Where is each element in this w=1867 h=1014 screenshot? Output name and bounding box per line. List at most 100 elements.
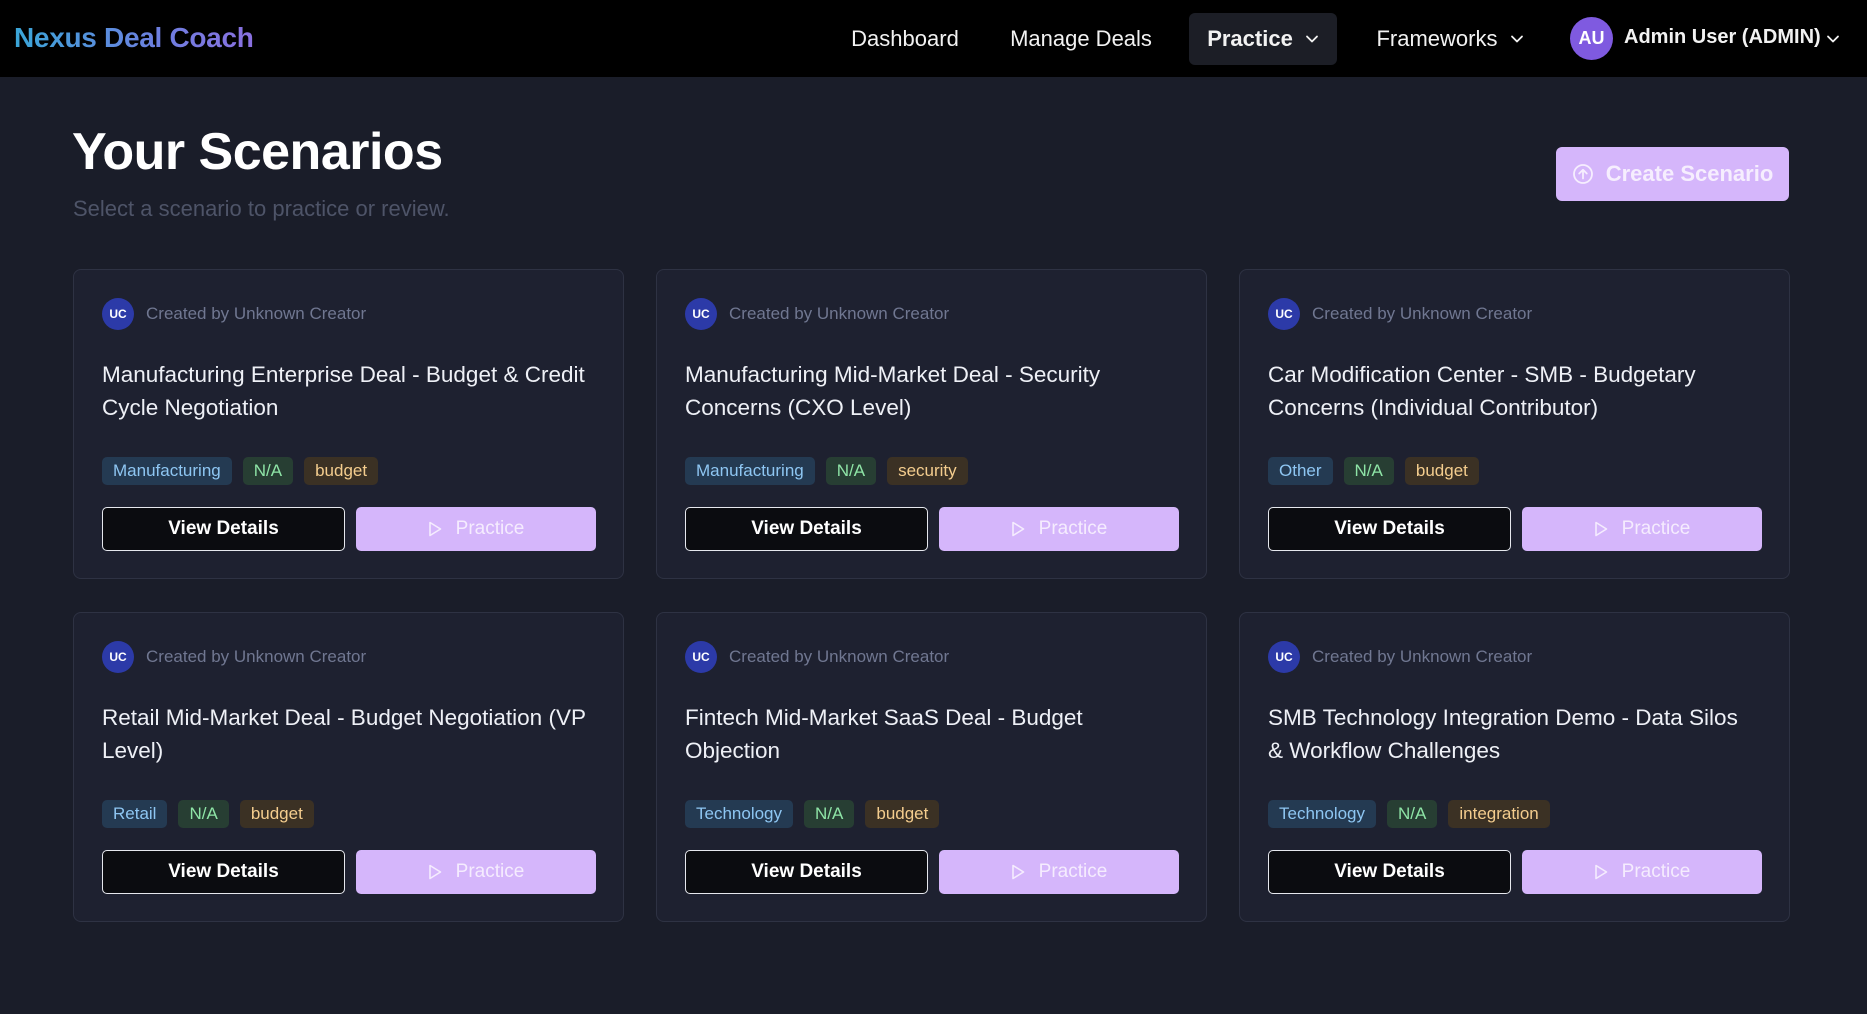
nav-practice-dropdown[interactable]: Practice	[1189, 13, 1337, 65]
creator-row: UC Created by Unknown Creator	[685, 641, 949, 673]
scenario-tags: Other N/A budget	[1268, 457, 1490, 485]
play-icon	[428, 521, 441, 537]
scenario-card: UC Created by Unknown Creator Manufactur…	[656, 269, 1207, 579]
creator-avatar: UC	[102, 298, 134, 330]
practice-button[interactable]: Practice	[939, 850, 1179, 894]
nav-manage-deals-label: Manage Deals	[1010, 26, 1152, 51]
user-avatar[interactable]: AU	[1570, 17, 1613, 60]
creator-row: UC Created by Unknown Creator	[1268, 641, 1532, 673]
nav-practice-label: Practice	[1207, 26, 1293, 51]
topic-tag: budget	[239, 800, 314, 828]
view-details-label: View Details	[168, 518, 279, 539]
industry-tag: Technology	[1268, 800, 1377, 828]
practice-label: Practice	[1038, 861, 1108, 882]
practice-button[interactable]: Practice	[1522, 850, 1762, 894]
view-details-label: View Details	[168, 861, 279, 882]
page-subtitle: Select a scenario to practice or review.	[73, 196, 450, 221]
scenario-card: UC Created by Unknown Creator Retail Mid…	[73, 612, 624, 922]
create-scenario-button[interactable]: Create Scenario	[1556, 147, 1789, 201]
topic-tag: budget	[865, 800, 940, 828]
play-icon	[428, 864, 441, 880]
status-tag: N/A	[242, 457, 294, 485]
view-details-button[interactable]: View Details	[102, 507, 345, 551]
nav-dashboard[interactable]: Dashboard	[838, 13, 972, 65]
view-details-button[interactable]: View Details	[685, 507, 928, 551]
topic-tag: integration	[1448, 800, 1550, 828]
topic-tag: budget	[1404, 457, 1479, 485]
practice-label: Practice	[1038, 518, 1108, 539]
play-icon	[1011, 864, 1024, 880]
creator-avatar: UC	[685, 298, 717, 330]
scenario-tags: Manufacturing N/A budget	[102, 457, 389, 485]
view-details-label: View Details	[751, 518, 862, 539]
nav-frameworks-label: Frameworks	[1376, 26, 1498, 51]
creator-avatar: UC	[102, 641, 134, 673]
creator-row: UC Created by Unknown Creator	[102, 298, 366, 330]
topic-tag: security	[887, 457, 968, 485]
scenario-tags: Manufacturing N/A security	[685, 457, 979, 485]
creator-row: UC Created by Unknown Creator	[685, 298, 949, 330]
status-tag: N/A	[1387, 800, 1438, 828]
scenario-title: Fintech Mid-Market SaaS Deal - Budget Ob…	[685, 705, 1083, 763]
scenario-title: Car Modification Center - SMB - Budgetar…	[1268, 362, 1696, 420]
arrow-up-circle-icon	[1572, 164, 1593, 184]
creator-row: UC Created by Unknown Creator	[1268, 298, 1532, 330]
scenario-card: UC Created by Unknown Creator Car Modifi…	[1239, 269, 1790, 579]
scenario-tags: Technology N/A integration	[1268, 800, 1561, 828]
play-icon	[1594, 864, 1607, 880]
page-title: Your Scenarios	[72, 123, 443, 181]
scenario-tags: Retail N/A budget	[102, 800, 325, 828]
creator-avatar: UC	[1268, 641, 1300, 673]
practice-label: Practice	[455, 861, 525, 882]
view-details-label: View Details	[751, 861, 862, 882]
practice-button[interactable]: Practice	[356, 507, 596, 551]
nav-dashboard-label: Dashboard	[851, 26, 959, 51]
scenario-card: UC Created by Unknown Creator Manufactur…	[73, 269, 624, 579]
scenario-title: SMB Technology Integration Demo - Data S…	[1268, 705, 1738, 763]
view-details-button[interactable]: View Details	[1268, 507, 1511, 551]
view-details-button[interactable]: View Details	[1268, 850, 1511, 894]
chevron-down-icon[interactable]	[1826, 32, 1840, 46]
create-scenario-label: Create Scenario	[1605, 161, 1774, 186]
topic-tag: budget	[304, 457, 379, 485]
creator-text: Created by Unknown Creator	[146, 304, 367, 323]
view-details-label: View Details	[1334, 518, 1445, 539]
industry-tag: Retail	[102, 800, 168, 828]
industry-tag: Manufacturing	[685, 457, 815, 485]
top-navigation-bar: Nexus Deal Coach Dashboard Manage Deals …	[0, 0, 1867, 77]
practice-button[interactable]: Practice	[356, 850, 596, 894]
industry-tag: Manufacturing	[102, 457, 232, 485]
scenario-title: Manufacturing Mid-Market Deal - Security…	[685, 362, 1101, 420]
chevron-down-icon	[1305, 35, 1318, 43]
scenario-card: UC Created by Unknown Creator SMB Techno…	[1239, 612, 1790, 922]
play-icon	[1594, 521, 1607, 537]
view-details-button[interactable]: View Details	[685, 850, 928, 894]
industry-tag: Technology	[685, 800, 794, 828]
creator-text: Created by Unknown Creator	[1312, 304, 1533, 323]
creator-row: UC Created by Unknown Creator	[102, 641, 366, 673]
practice-button[interactable]: Practice	[1522, 507, 1762, 551]
practice-button[interactable]: Practice	[939, 507, 1179, 551]
chevron-down-icon	[1510, 35, 1523, 43]
creator-text: Created by Unknown Creator	[729, 304, 950, 323]
status-tag: N/A	[825, 457, 877, 485]
creator-avatar: UC	[685, 641, 717, 673]
status-tag: N/A	[804, 800, 855, 828]
industry-tag: Other	[1268, 457, 1333, 485]
nav-frameworks-dropdown[interactable]: Frameworks	[1360, 13, 1540, 65]
creator-text: Created by Unknown Creator	[146, 647, 367, 666]
user-menu-name[interactable]: Admin User (ADMIN)	[1624, 26, 1821, 49]
status-tag: N/A	[178, 800, 229, 828]
brand-logo-text[interactable]: Nexus Deal Coach	[14, 22, 254, 54]
scenario-tags: Technology N/A budget	[685, 800, 950, 828]
creator-avatar: UC	[1268, 298, 1300, 330]
practice-label: Practice	[1621, 518, 1691, 539]
view-details-button[interactable]: View Details	[102, 850, 345, 894]
nav-manage-deals[interactable]: Manage Deals	[997, 13, 1165, 65]
scenario-title: Manufacturing Enterprise Deal - Budget &…	[102, 362, 585, 420]
play-icon	[1011, 521, 1024, 537]
status-tag: N/A	[1343, 457, 1394, 485]
view-details-label: View Details	[1334, 861, 1445, 882]
creator-text: Created by Unknown Creator	[1312, 647, 1533, 666]
scenario-title: Retail Mid-Market Deal - Budget Negotiat…	[102, 705, 586, 763]
